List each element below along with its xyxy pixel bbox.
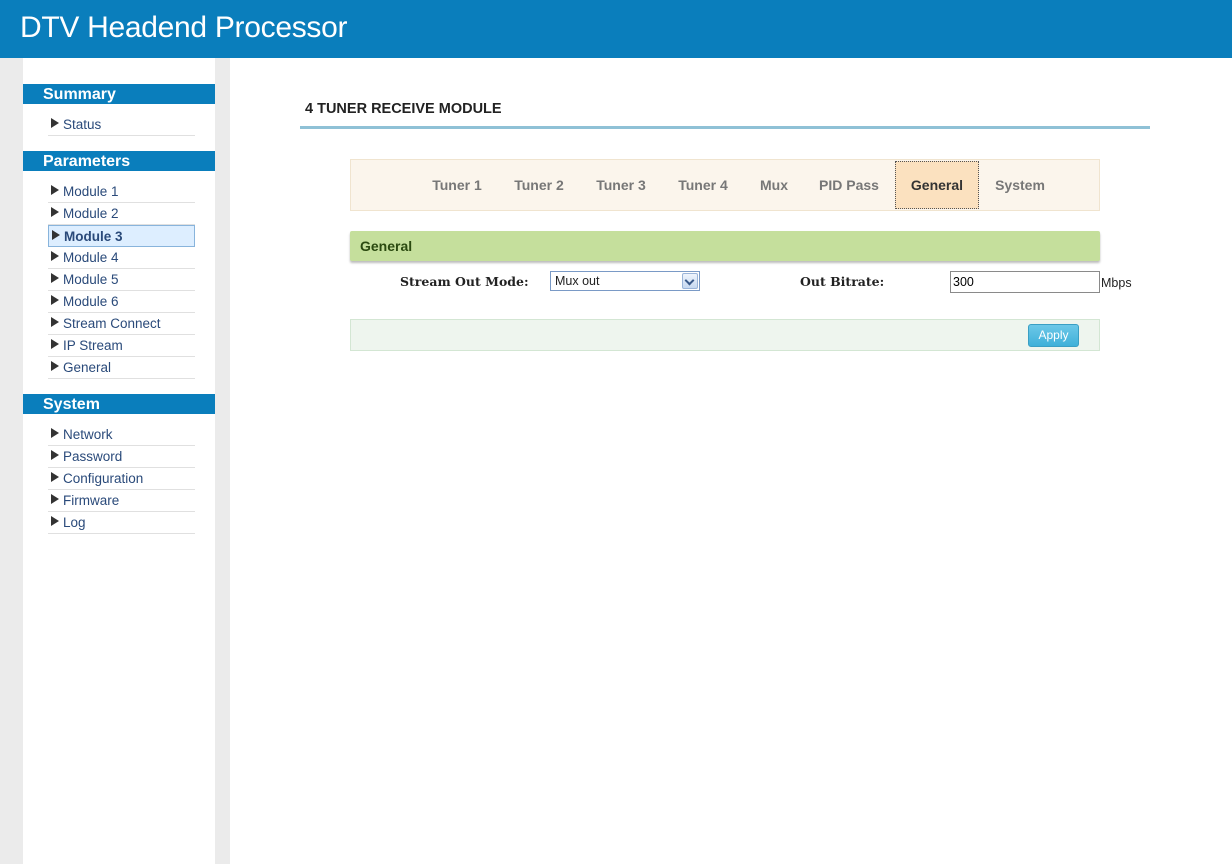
triangle-right-icon — [51, 472, 59, 482]
triangle-right-icon — [51, 516, 59, 526]
tab-bar: Tuner 1 Tuner 2 Tuner 3 Tuner 4 Mux PID … — [350, 159, 1100, 211]
stream-out-mode-value: Mux out — [555, 274, 600, 288]
triangle-right-icon — [51, 273, 59, 283]
tab-tuner-1[interactable]: Tuner 1 — [423, 160, 491, 210]
section-header: General — [350, 231, 1100, 261]
sidebar-section-summary: Summary — [23, 84, 215, 104]
sidebar-item-network[interactable]: Network — [48, 424, 195, 446]
sidebar-item-stream-connect[interactable]: Stream Connect — [48, 313, 195, 335]
sidebar-item-general[interactable]: General — [48, 357, 195, 379]
tab-tuner-2[interactable]: Tuner 2 — [505, 160, 573, 210]
sidebar: Summary Status Parameters Module 1 Modul… — [23, 58, 215, 864]
sidebar-item-label: Stream Connect — [63, 316, 161, 331]
sidebar-item-label: Module 6 — [63, 294, 119, 309]
sidebar-item-label: General — [63, 360, 112, 375]
out-bitrate-input[interactable] — [950, 271, 1100, 293]
triangle-right-icon — [51, 118, 59, 128]
sidebar-item-log[interactable]: Log — [48, 512, 195, 534]
sidebar-item-label: Module 5 — [63, 272, 119, 287]
sidebar-item-module-6[interactable]: Module 6 — [48, 291, 195, 313]
triangle-right-icon — [51, 339, 59, 349]
sidebar-item-label: Password — [63, 449, 123, 464]
sidebar-item-label: Module 2 — [63, 206, 119, 221]
tab-tuner-3[interactable]: Tuner 3 — [587, 160, 655, 210]
sidebar-item-label: Firmware — [63, 493, 120, 508]
triangle-right-icon — [51, 207, 59, 217]
tab-tuner-4[interactable]: Tuner 4 — [669, 160, 737, 210]
tab-pid-pass[interactable]: PID Pass — [811, 160, 887, 210]
sidebar-item-ip-stream[interactable]: IP Stream — [48, 335, 195, 357]
sidebar-item-status[interactable]: Status — [48, 114, 195, 136]
out-bitrate-unit: Mbps — [1101, 276, 1132, 290]
sidebar-item-label: Configuration — [63, 471, 144, 486]
sidebar-item-label: Network — [63, 427, 113, 442]
sidebar-section-system: System — [23, 394, 215, 414]
sidebar-item-label: Status — [63, 117, 102, 132]
app-title: DTV Headend Processor — [20, 11, 348, 44]
app-header: DTV Headend Processor — [0, 0, 1232, 58]
tab-system[interactable]: System — [987, 160, 1053, 210]
sidebar-item-label: Module 1 — [63, 184, 119, 199]
sidebar-item-configuration[interactable]: Configuration — [48, 468, 195, 490]
title-divider — [300, 126, 1150, 129]
sidebar-item-module-2[interactable]: Module 2 — [48, 203, 195, 225]
page-title: 4 TUNER RECEIVE MODULE — [305, 101, 502, 117]
stream-out-mode-label: Stream Out Mode: — [400, 274, 529, 289]
sidebar-item-password[interactable]: Password — [48, 446, 195, 468]
chevron-down-icon[interactable] — [682, 273, 698, 289]
stream-out-mode-select[interactable]: Mux out — [550, 271, 700, 291]
sidebar-item-label: IP Stream — [63, 338, 123, 353]
triangle-right-icon — [51, 317, 59, 327]
triangle-right-icon — [51, 450, 59, 460]
apply-button[interactable]: Apply — [1028, 324, 1079, 347]
sidebar-item-module-3[interactable]: Module 3 — [48, 225, 195, 247]
left-gutter — [0, 58, 23, 864]
tab-mux[interactable]: Mux — [752, 160, 796, 210]
sidebar-item-module-1[interactable]: Module 1 — [48, 181, 195, 203]
sidebar-item-label: Module 4 — [63, 250, 119, 265]
sidebar-item-module-4[interactable]: Module 4 — [48, 247, 195, 269]
section-title: General — [360, 238, 413, 254]
sidebar-item-label: Module 3 — [64, 229, 123, 244]
tab-general[interactable]: General — [895, 161, 979, 209]
sidebar-section-parameters: Parameters — [23, 151, 215, 171]
triangle-right-icon — [52, 230, 60, 240]
sidebar-gutter — [215, 58, 230, 864]
triangle-right-icon — [51, 361, 59, 371]
out-bitrate-label: Out Bitrate: — [800, 274, 885, 289]
triangle-right-icon — [51, 251, 59, 261]
sidebar-item-firmware[interactable]: Firmware — [48, 490, 195, 512]
triangle-right-icon — [51, 494, 59, 504]
triangle-right-icon — [51, 428, 59, 438]
sidebar-item-module-5[interactable]: Module 5 — [48, 269, 195, 291]
triangle-right-icon — [51, 295, 59, 305]
triangle-right-icon — [51, 185, 59, 195]
apply-bar: Apply — [350, 319, 1100, 351]
sidebar-item-label: Log — [63, 515, 86, 530]
